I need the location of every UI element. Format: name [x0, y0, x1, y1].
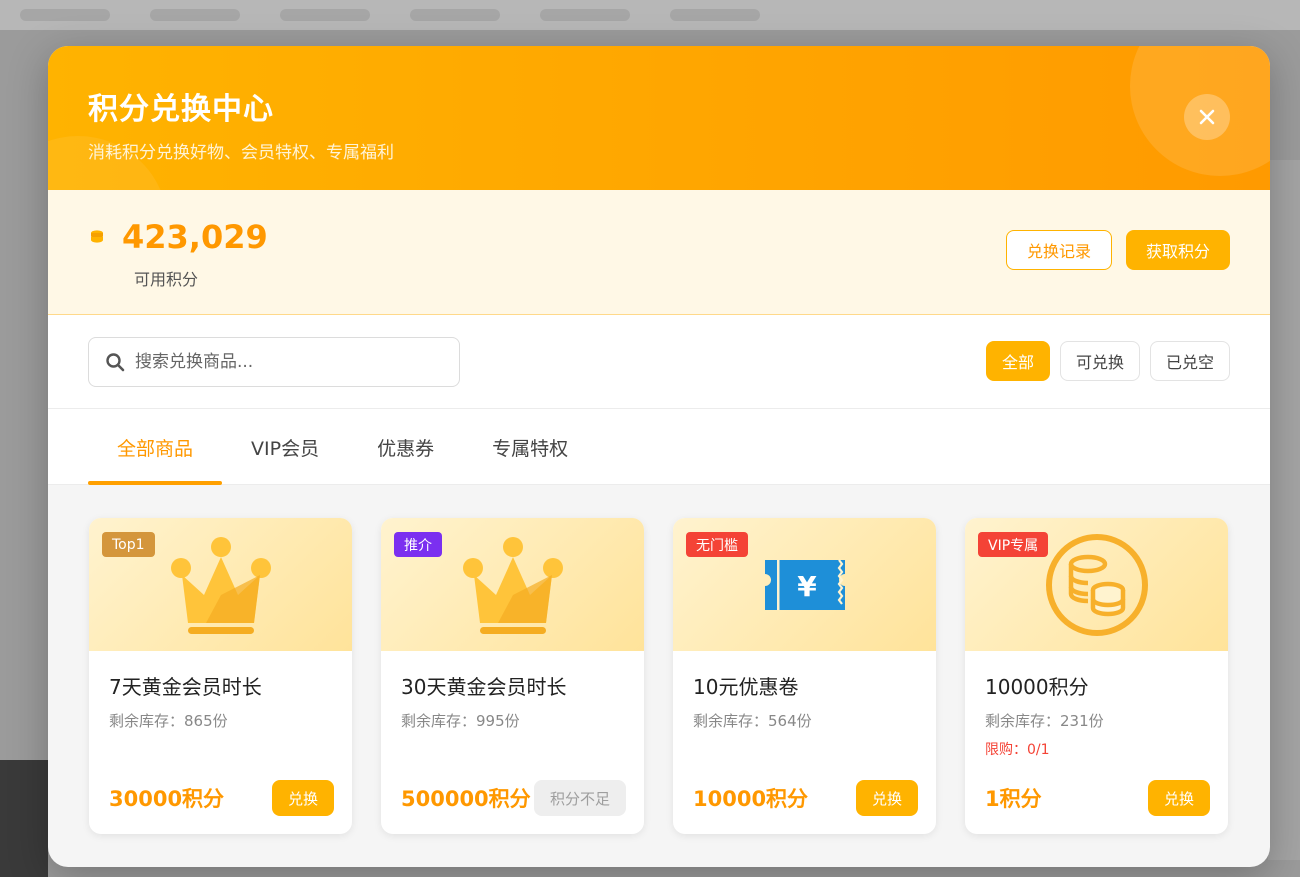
product-image: Top1	[89, 518, 352, 651]
tab-coupons[interactable]: 优惠券	[348, 409, 463, 485]
product-badge: Top1	[102, 532, 155, 557]
product-name: 30天黄金会员时长	[401, 675, 567, 699]
crown-icon	[170, 536, 271, 634]
background-nav-item	[280, 9, 370, 21]
filter-available[interactable]: 可兑换	[1059, 341, 1140, 381]
product-stock: 剩余库存：865份	[109, 712, 228, 730]
product-price: 1积分	[985, 787, 1042, 811]
category-tabs: 全部商品 VIP会员 优惠券 专属特权	[48, 409, 1270, 485]
background-nav-item	[540, 9, 630, 21]
background-nav-item	[670, 9, 760, 21]
product-price: 500000积分	[401, 787, 531, 811]
product-card: VIP专属 10000积分 剩余库存：231份 限购：0/1 1积分 兑换	[965, 518, 1228, 834]
background-topbar	[0, 0, 1300, 30]
search-box[interactable]	[88, 337, 460, 387]
insufficient-points-button[interactable]: 积分不足	[533, 780, 626, 816]
product-stock: 剩余库存：231份	[985, 712, 1104, 730]
product-badge: 无门槛	[686, 532, 748, 557]
product-badge: 推介	[394, 532, 442, 557]
points-balance: 423,029	[122, 218, 268, 256]
product-stock: 剩余库存：995份	[401, 712, 520, 730]
product-grid: Top1 7天黄金会员时长 剩余库存：865份 30000积分 兑换 推介 30…	[48, 485, 1270, 834]
product-card: 推介 30天黄金会员时长 剩余库存：995份 500000积分 积分不足	[381, 518, 644, 834]
points-exchange-modal: 积分兑换中心 消耗积分兑换好物、会员特权、专属福利 423,029 可用积分 兑…	[48, 46, 1270, 867]
redeem-button[interactable]: 兑换	[1147, 780, 1210, 816]
filter-group: 全部 可兑换 已兑空	[985, 341, 1230, 381]
product-price: 10000积分	[693, 787, 809, 811]
background-panel	[1268, 160, 1300, 860]
filter-sold-out[interactable]: 已兑空	[1149, 341, 1230, 381]
search-icon	[106, 353, 125, 372]
product-image: 无门槛 ¥	[673, 518, 936, 651]
modal-subtitle: 消耗积分兑换好物、会员特权、专属福利	[88, 143, 394, 163]
search-filter-row: 全部 可兑换 已兑空	[48, 315, 1270, 409]
background-nav-item	[410, 9, 500, 21]
tab-vip[interactable]: VIP会员	[222, 409, 348, 485]
crown-icon	[462, 536, 563, 634]
close-icon	[1199, 109, 1215, 125]
product-name: 7天黄金会员时长	[109, 675, 262, 699]
search-input[interactable]	[135, 352, 435, 372]
redeem-button[interactable]: 兑换	[271, 780, 334, 816]
background-panel	[0, 760, 48, 877]
product-badge: VIP专属	[978, 532, 1049, 557]
tab-exclusive[interactable]: 专属特权	[463, 409, 597, 485]
earn-points-button[interactable]: 获取积分	[1125, 230, 1230, 270]
background-nav-item	[20, 9, 110, 21]
purchase-limit: 限购：0/1	[985, 742, 1050, 758]
product-name: 10000积分	[985, 675, 1089, 699]
coins-icon	[1045, 533, 1148, 636]
product-name: 10元优惠卷	[693, 675, 799, 699]
product-card: 无门槛 ¥ 10元优惠卷 剩余库存：564份 10000积分 兑换	[673, 518, 936, 834]
product-image: VIP专属	[965, 518, 1228, 651]
background-nav-item	[150, 9, 240, 21]
product-stock: 剩余库存：564份	[693, 712, 812, 730]
close-button[interactable]	[1184, 94, 1230, 140]
product-price: 30000积分	[109, 787, 225, 811]
coin-stack-icon	[91, 230, 103, 243]
product-card: Top1 7天黄金会员时长 剩余库存：865份 30000积分 兑换	[89, 518, 352, 834]
modal-title: 积分兑换中心	[88, 92, 274, 127]
svg-text:¥: ¥	[797, 570, 817, 603]
product-image: 推介	[381, 518, 644, 651]
points-summary: 423,029 可用积分 兑换记录 获取积分	[48, 190, 1270, 315]
modal-header: 积分兑换中心 消耗积分兑换好物、会员特权、专属福利	[48, 46, 1270, 190]
filter-all[interactable]: 全部	[985, 341, 1050, 381]
coupon-icon: ¥	[764, 558, 845, 610]
tab-all-products[interactable]: 全部商品	[88, 409, 223, 485]
exchange-history-button[interactable]: 兑换记录	[1005, 230, 1112, 270]
redeem-button[interactable]: 兑换	[855, 780, 918, 816]
